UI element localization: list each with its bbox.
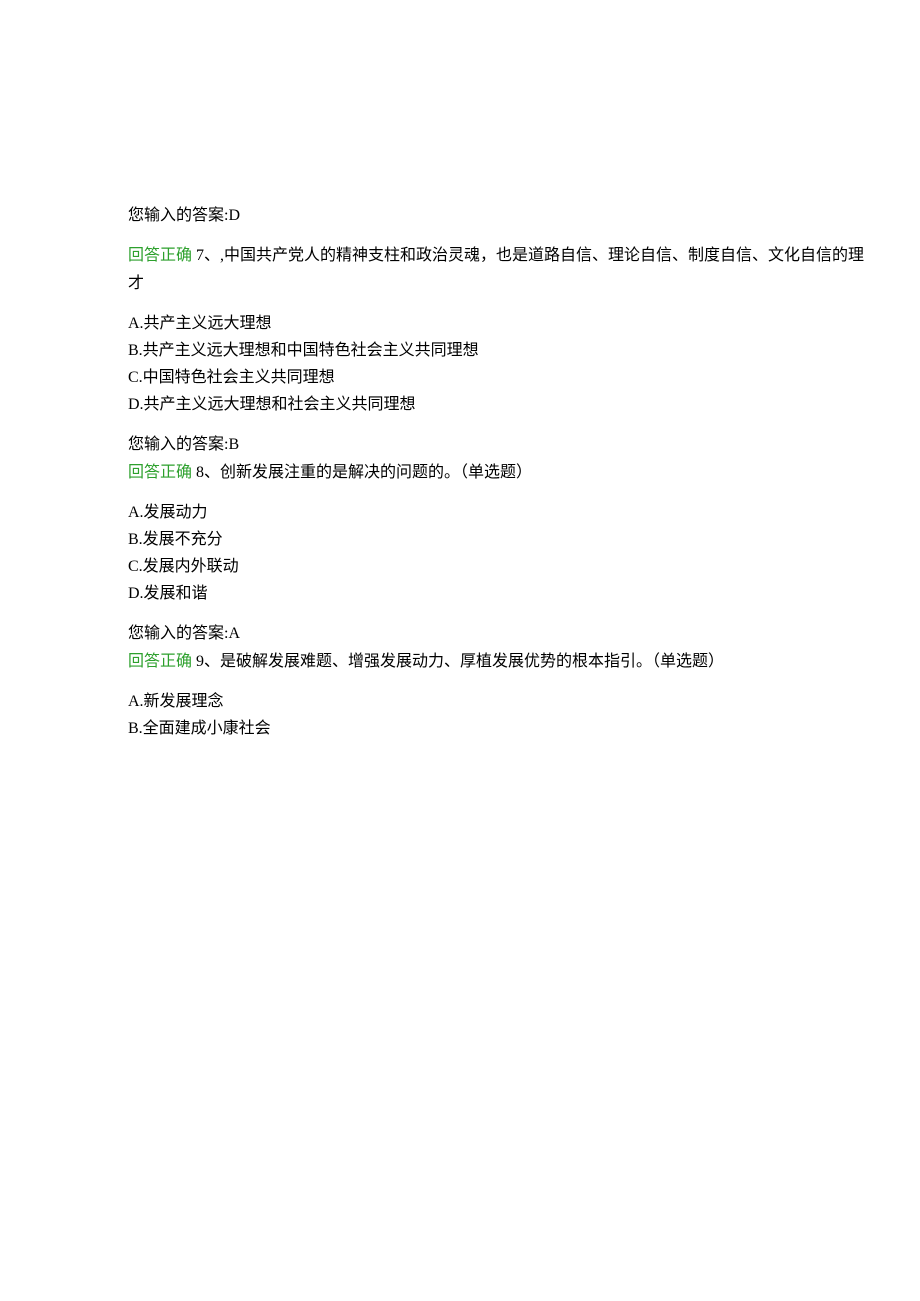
q7-stem-line1: 回答正确 7、,中国共产党人的精神支柱和政治灵魂，也是道路自信、理论自信、制度自… [128, 244, 920, 268]
q7-your-answer: 您输入的答案:B [128, 433, 920, 457]
q6-answer-block: 您输入的答案:D [128, 204, 920, 228]
q7-block: 回答正确 7、,中国共产党人的精神支柱和政治灵魂，也是道路自信、理论自信、制度自… [128, 244, 920, 296]
q7-correct-label: 回答正确 [128, 247, 192, 264]
q7-stem-line2: 才 [128, 272, 920, 296]
q8-stem: 8、创新发展注重的是解决的问题的。（单选题） [192, 464, 532, 481]
q8-stem-line: 回答正确 8、创新发展注重的是解决的问题的。（单选题） [128, 461, 920, 485]
q7-option-b: B.共产主义远大理想和中国特色社会主义共同理想 [128, 339, 920, 363]
q8-your-answer: 您输入的答案:A [128, 622, 920, 646]
q9-correct-label: 回答正确 [128, 653, 192, 670]
q7-options: A.共产主义远大理想 B.共产主义远大理想和中国特色社会主义共同理想 C.中国特… [128, 312, 920, 417]
q8-option-a: A.发展动力 [128, 501, 920, 525]
q9-option-b: B.全面建成小康社会 [128, 717, 920, 741]
q8-options: A.发展动力 B.发展不充分 C.发展内外联动 D.发展和谐 [128, 501, 920, 606]
q8-correct-label: 回答正确 [128, 464, 192, 481]
q9-stem: 9、是破解发展难题、增强发展动力、厚植发展优势的根本指引。（单选题） [192, 653, 724, 670]
q9-stem-line: 回答正确 9、是破解发展难题、增强发展动力、厚植发展优势的根本指引。（单选题） [128, 650, 920, 674]
q9-options: A.新发展理念 B.全面建成小康社会 [128, 690, 920, 741]
q9-option-a: A.新发展理念 [128, 690, 920, 714]
q7-option-d: D.共产主义远大理想和社会主义共同理想 [128, 393, 920, 417]
q7-option-c: C.中国特色社会主义共同理想 [128, 366, 920, 390]
q6-your-answer: 您输入的答案:D [128, 204, 920, 228]
q7-stem-part1: 7、,中国共产党人的精神支柱和政治灵魂，也是道路自信、理论自信、制度自信、文化自… [192, 247, 864, 264]
q8-option-c: C.发展内外联动 [128, 555, 920, 579]
q8-option-b: B.发展不充分 [128, 528, 920, 552]
q8-answer-block: 您输入的答案:A 回答正确 9、是破解发展难题、增强发展动力、厚植发展优势的根本… [128, 622, 920, 674]
q7-answer-block: 您输入的答案:B 回答正确 8、创新发展注重的是解决的问题的。（单选题） [128, 433, 920, 485]
q7-option-a: A.共产主义远大理想 [128, 312, 920, 336]
q8-option-d: D.发展和谐 [128, 582, 920, 606]
